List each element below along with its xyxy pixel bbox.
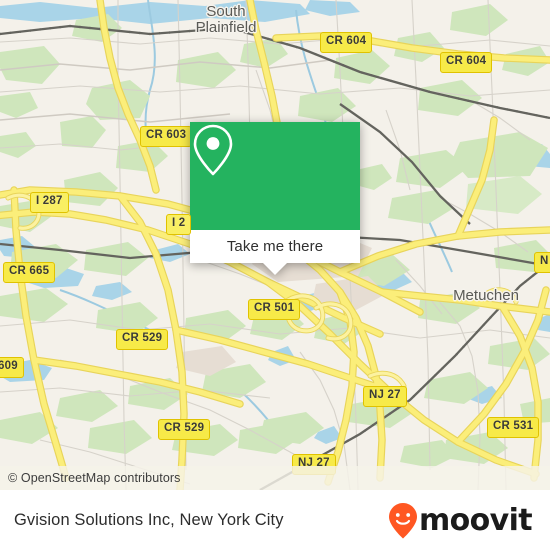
road-shield-cr603: CR 603	[140, 126, 193, 147]
road-shield-cr665: CR 665	[3, 262, 56, 283]
road-shield-cr529-a: CR 529	[116, 329, 169, 350]
road-shield-cr604-a: CR 604	[320, 32, 373, 53]
popup-pin-area	[190, 122, 360, 230]
moovit-wordmark: moovit	[418, 502, 533, 538]
footer-bar: Gvision Solutions Inc, New York City moo…	[0, 490, 550, 550]
road-shield-cr529-b: CR 529	[158, 419, 211, 440]
take-me-there-button[interactable]: Take me there	[190, 230, 360, 263]
map-screenshot: .wtr{fill:#a9d4e8;} .grn{fill:#cfe6bc;} …	[0, 0, 550, 550]
osm-attribution-text: © OpenStreetMap contributors	[8, 471, 181, 485]
road-shield-609: 609	[0, 357, 24, 378]
road-shield-cr604-b: CR 604	[440, 52, 493, 73]
map-attribution-bar: © OpenStreetMap contributors	[0, 466, 550, 490]
location-popup-card[interactable]: Take me there	[190, 122, 360, 275]
moovit-brand[interactable]: moovit	[388, 502, 533, 540]
location-title: Gvision Solutions Inc, New York City	[14, 511, 284, 529]
road-shield-cr531: CR 531	[487, 417, 540, 438]
road-shield-i287: I 287	[30, 192, 69, 213]
road-shield-cr501: CR 501	[248, 299, 301, 320]
road-shield-nj27-a: NJ 27	[363, 386, 407, 407]
map-canvas[interactable]: .wtr{fill:#a9d4e8;} .grn{fill:#cfe6bc;} …	[0, 0, 550, 490]
map-pin-icon	[193, 124, 233, 176]
road-shield-nj-partial-right: N	[534, 252, 550, 273]
popup-tail	[263, 263, 287, 275]
road-shield-i287-partial: I 2	[166, 214, 192, 235]
take-me-there-label: Take me there	[226, 238, 324, 255]
moovit-pin-smiley-icon	[388, 502, 417, 538]
